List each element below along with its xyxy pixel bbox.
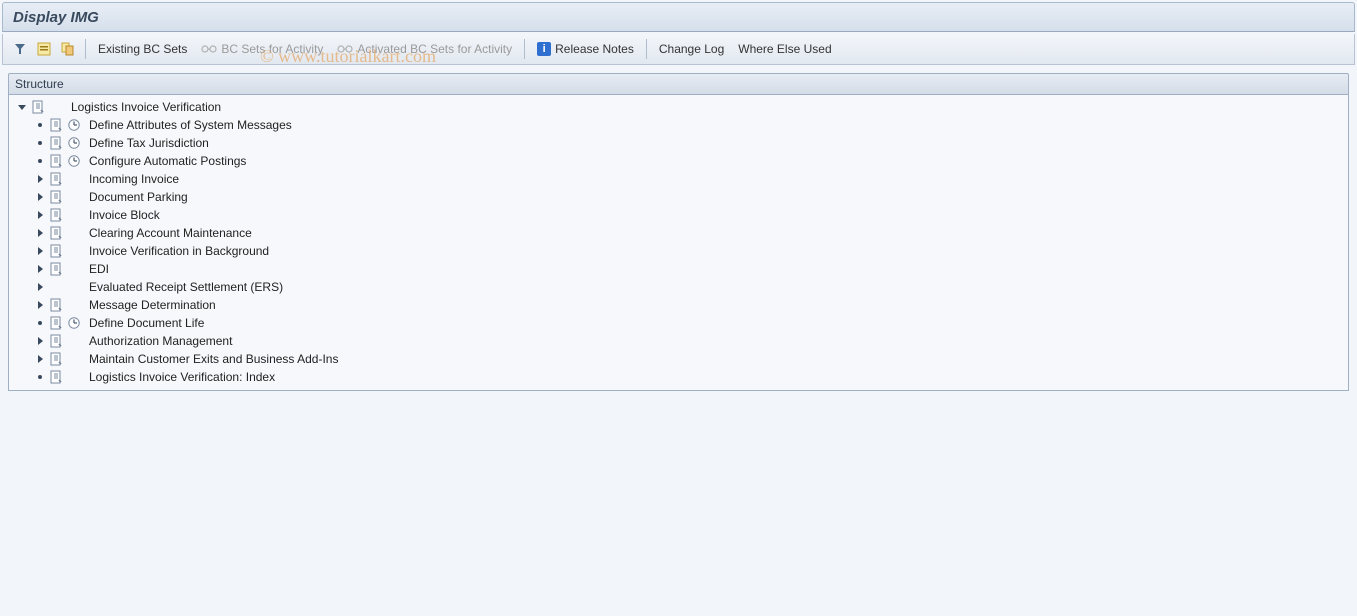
additional-info-icon[interactable] xyxy=(57,38,79,60)
tree-row[interactable]: Clearing Account Maintenance xyxy=(9,224,1348,242)
tree-row[interactable]: Authorization Management xyxy=(9,332,1348,350)
expand-subtree-icon[interactable] xyxy=(9,38,31,60)
document-icon[interactable] xyxy=(47,118,65,132)
window-titlebar: Display IMG xyxy=(2,2,1355,32)
bc-sets-for-activity-button: BC Sets for Activity xyxy=(195,36,329,62)
document-icon[interactable] xyxy=(47,208,65,222)
tree-row[interactable]: Incoming Invoice xyxy=(9,170,1348,188)
document-icon[interactable] xyxy=(47,244,65,258)
tree-children: Define Attributes of System Messages Def… xyxy=(9,116,1348,386)
document-icon[interactable] xyxy=(47,262,65,276)
img-activity-icon[interactable] xyxy=(33,38,55,60)
tree-row[interactable]: Document Parking xyxy=(9,188,1348,206)
expander-icon[interactable] xyxy=(15,103,29,111)
tree-row[interactable]: Invoice Verification in Background xyxy=(9,242,1348,260)
execute-activity-icon[interactable] xyxy=(65,154,83,168)
leaf-bullet-icon xyxy=(33,375,47,379)
toolbar-separator xyxy=(85,39,86,59)
change-log-label: Change Log xyxy=(659,42,724,56)
expander-icon[interactable] xyxy=(33,337,47,345)
document-icon[interactable] xyxy=(47,334,65,348)
document-icon[interactable] xyxy=(47,172,65,186)
expander-icon[interactable] xyxy=(33,229,47,237)
tree-node-label: Logistics Invoice Verification: Index xyxy=(83,368,275,386)
execute-activity-icon[interactable] xyxy=(65,316,83,330)
leaf-bullet-icon xyxy=(33,141,47,145)
toolbar-separator xyxy=(646,39,647,59)
tree-node-label: Clearing Account Maintenance xyxy=(83,224,252,242)
tree-row[interactable]: Maintain Customer Exits and Business Add… xyxy=(9,350,1348,368)
structure-column-header[interactable]: Structure xyxy=(8,73,1349,95)
execute-activity-icon[interactable] xyxy=(65,118,83,132)
tree-node-label: Define Tax Jurisdiction xyxy=(83,134,209,152)
execute-activity-icon[interactable] xyxy=(65,136,83,150)
tree-node-label: Authorization Management xyxy=(83,332,232,350)
tree-node-label: Maintain Customer Exits and Business Add… xyxy=(83,350,338,368)
activated-bc-sets-button: Activated BC Sets for Activity xyxy=(331,36,518,62)
tree-row[interactable]: Configure Automatic Postings xyxy=(9,152,1348,170)
expander-icon[interactable] xyxy=(33,175,47,183)
tree-row[interactable]: Message Determination xyxy=(9,296,1348,314)
tree-row[interactable]: EDI xyxy=(9,260,1348,278)
document-icon[interactable] xyxy=(47,370,65,384)
document-icon[interactable] xyxy=(47,154,65,168)
document-icon[interactable] xyxy=(47,316,65,330)
tree-node-label: Invoice Block xyxy=(83,206,160,224)
expander-icon[interactable] xyxy=(33,211,47,219)
document-icon[interactable] xyxy=(47,226,65,240)
where-else-used-button[interactable]: Where Else Used xyxy=(732,36,837,62)
document-icon[interactable] xyxy=(29,100,47,114)
tree-row-root[interactable]: Logistics Invoice Verification xyxy=(9,98,1348,116)
document-icon[interactable] xyxy=(47,136,65,150)
where-else-used-label: Where Else Used xyxy=(738,42,831,56)
info-icon: i xyxy=(537,42,551,56)
expander-icon[interactable] xyxy=(33,265,47,273)
leaf-bullet-icon xyxy=(33,123,47,127)
tree-node-label: EDI xyxy=(83,260,109,278)
tree-node-label: Message Determination xyxy=(83,296,216,314)
expander-icon[interactable] xyxy=(33,283,47,291)
change-log-button[interactable]: Change Log xyxy=(653,36,730,62)
existing-bc-sets-button[interactable]: Existing BC Sets xyxy=(92,36,193,62)
document-icon[interactable] xyxy=(47,190,65,204)
tree-row[interactable]: Define Tax Jurisdiction xyxy=(9,134,1348,152)
release-notes-label: Release Notes xyxy=(555,42,634,56)
document-icon[interactable] xyxy=(47,298,65,312)
tree-row[interactable]: Define Attributes of System Messages xyxy=(9,116,1348,134)
glasses-icon xyxy=(201,41,217,57)
img-tree: Logistics Invoice Verification Define At… xyxy=(8,95,1349,391)
structure-header-label: Structure xyxy=(15,77,64,91)
bc-sets-for-activity-label: BC Sets for Activity xyxy=(221,42,323,56)
expander-icon[interactable] xyxy=(33,301,47,309)
expander-icon[interactable] xyxy=(33,247,47,255)
tree-node-label: Logistics Invoice Verification xyxy=(65,98,221,116)
tree-node-label: Define Attributes of System Messages xyxy=(83,116,292,134)
tree-node-label: Define Document Life xyxy=(83,314,204,332)
tree-row[interactable]: Define Document Life xyxy=(9,314,1348,332)
toolbar-separator xyxy=(524,39,525,59)
tree-node-label: Incoming Invoice xyxy=(83,170,179,188)
application-toolbar: Existing BC Sets BC Sets for Activity Ac… xyxy=(2,34,1355,65)
tree-row[interactable]: Logistics Invoice Verification: Index xyxy=(9,368,1348,386)
content-area: Structure Logistics Invoice Verification xyxy=(8,73,1349,391)
glasses-icon xyxy=(337,41,353,57)
document-icon[interactable] xyxy=(47,352,65,366)
leaf-bullet-icon xyxy=(33,321,47,325)
tree-node-label: Evaluated Receipt Settlement (ERS) xyxy=(83,278,283,296)
expander-icon[interactable] xyxy=(33,355,47,363)
release-notes-button[interactable]: i Release Notes xyxy=(531,36,640,62)
tree-row[interactable]: Evaluated Receipt Settlement (ERS) xyxy=(9,278,1348,296)
leaf-bullet-icon xyxy=(33,159,47,163)
expander-icon[interactable] xyxy=(33,193,47,201)
activated-bc-sets-label: Activated BC Sets for Activity xyxy=(357,42,512,56)
tree-row[interactable]: Invoice Block xyxy=(9,206,1348,224)
tree-node-label: Document Parking xyxy=(83,188,188,206)
existing-bc-sets-label: Existing BC Sets xyxy=(98,42,187,56)
window-title: Display IMG xyxy=(13,9,99,26)
tree-node-label: Invoice Verification in Background xyxy=(83,242,269,260)
tree-node-label: Configure Automatic Postings xyxy=(83,152,246,170)
